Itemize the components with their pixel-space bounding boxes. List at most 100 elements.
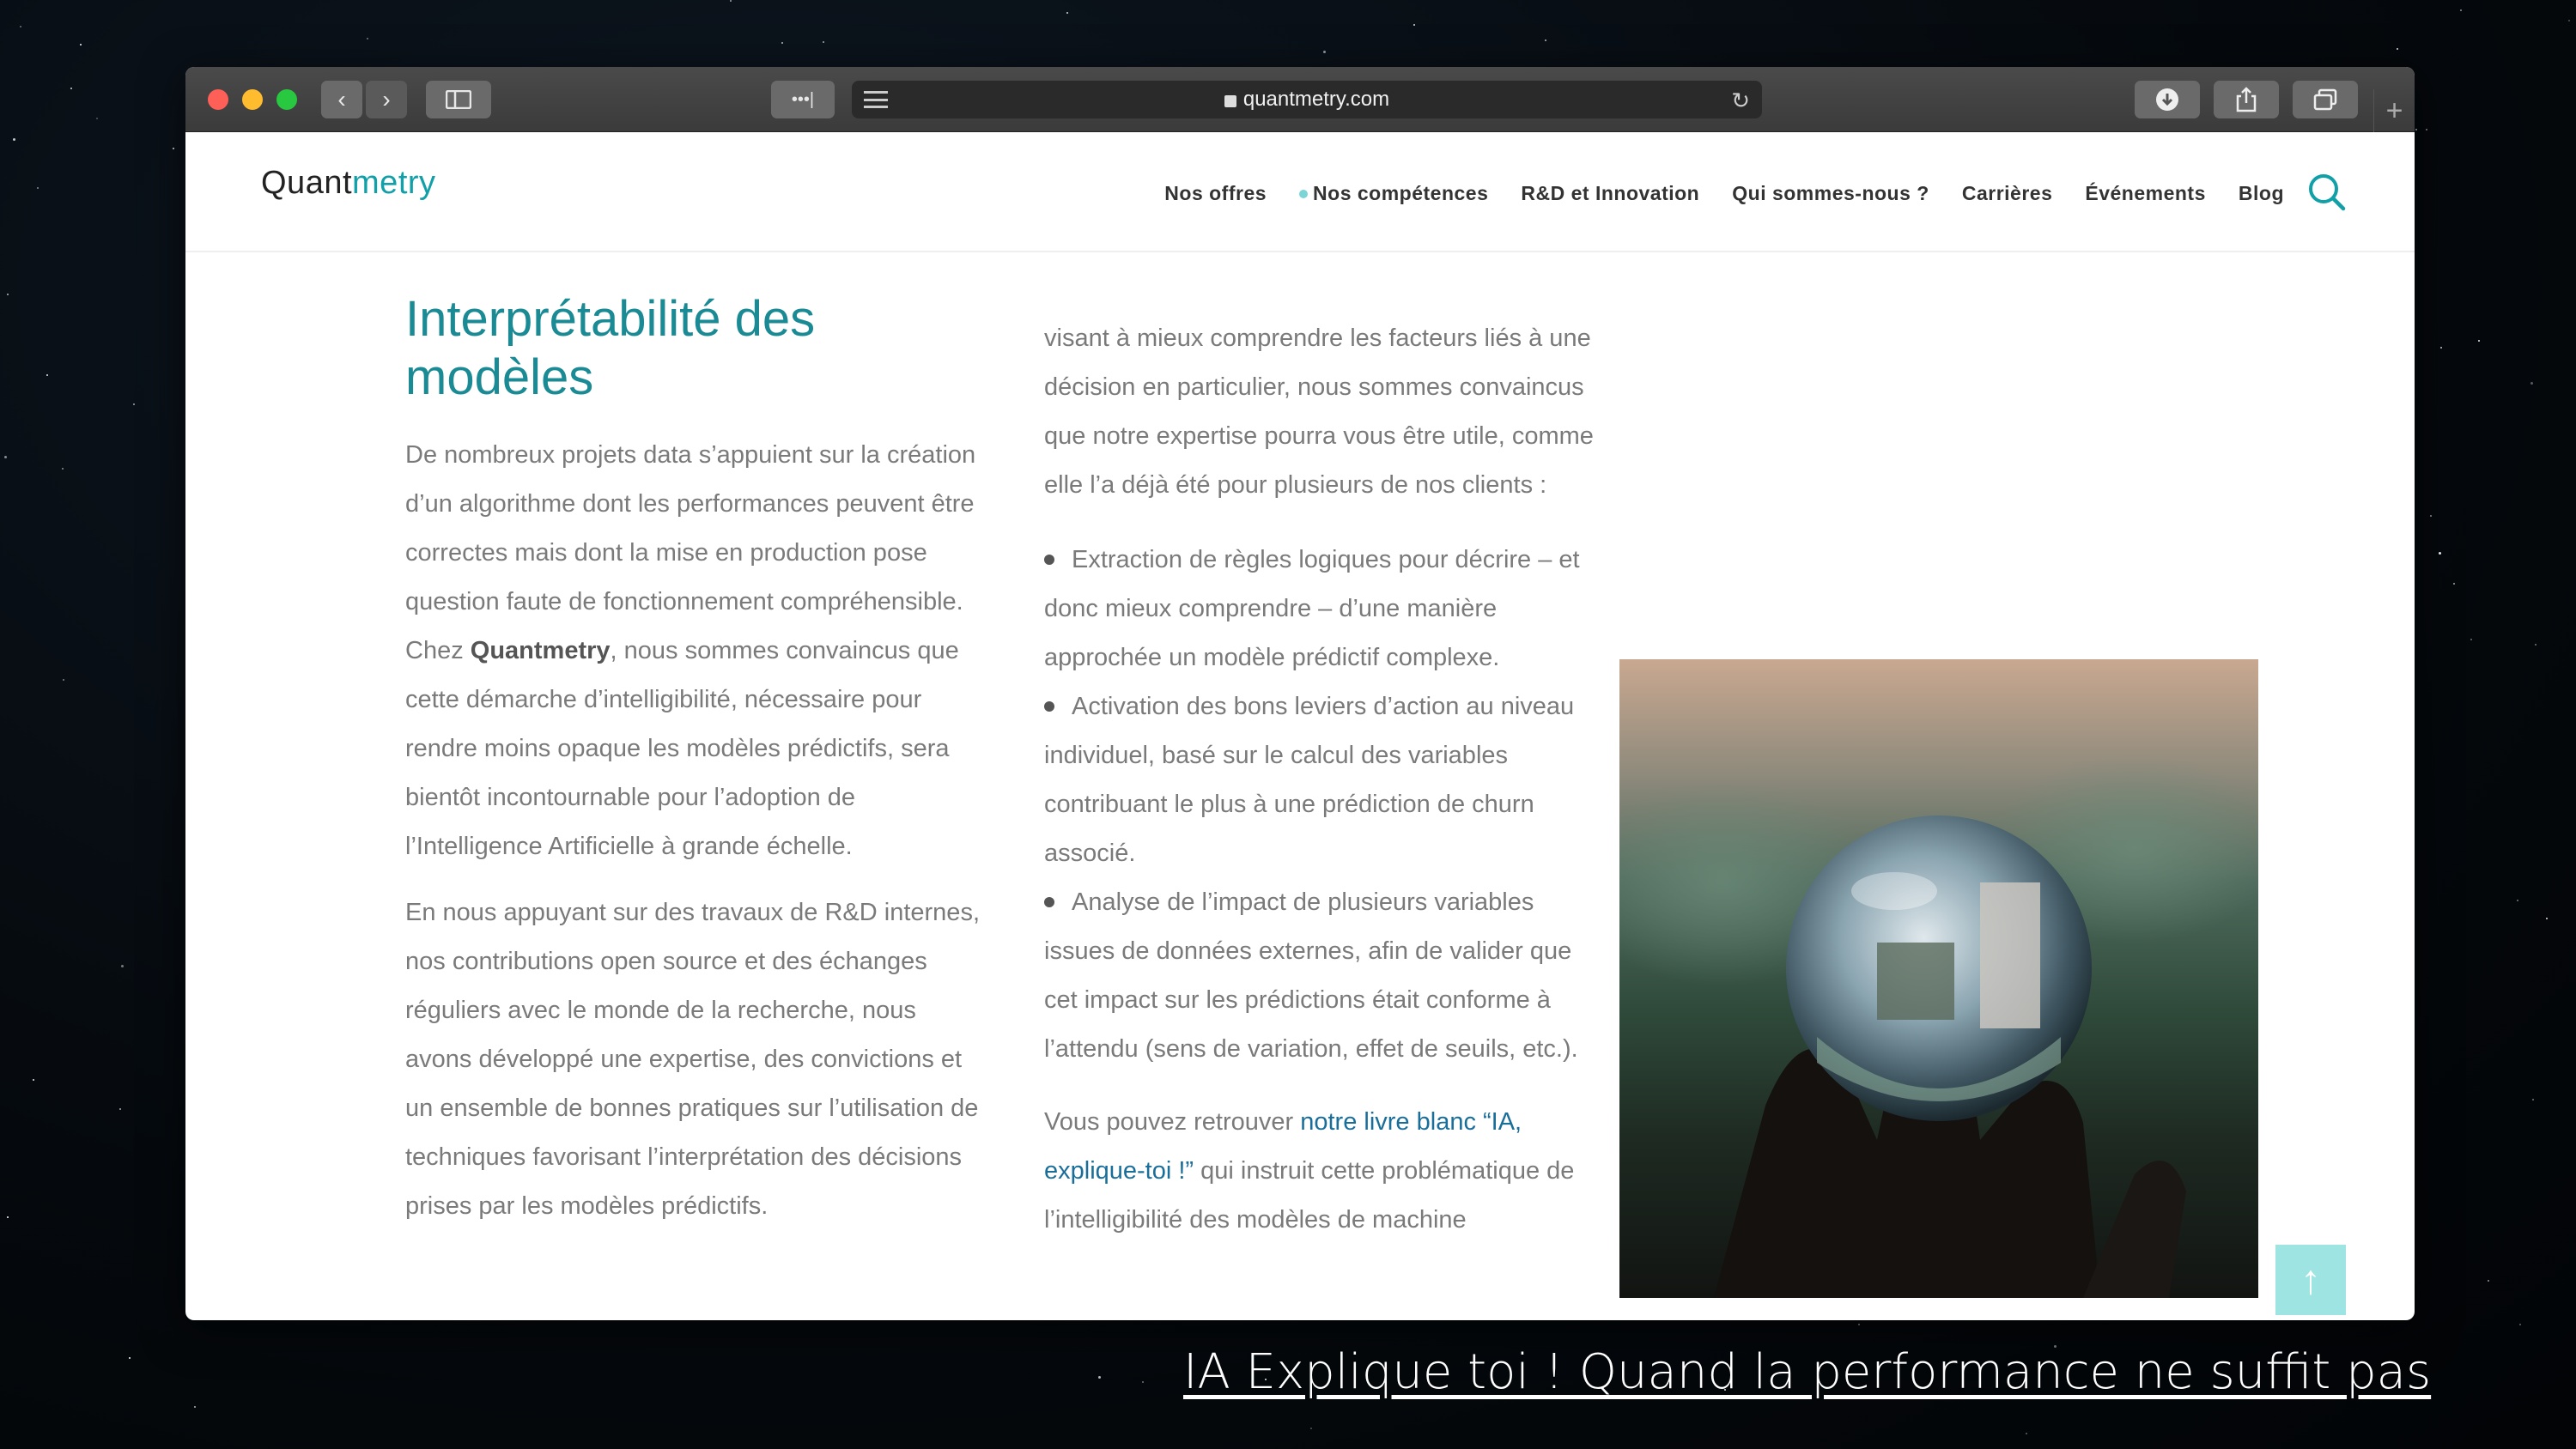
star xyxy=(129,1357,131,1359)
list-item: Extraction de règles logiques pour décri… xyxy=(1044,536,1611,682)
star xyxy=(367,38,368,39)
active-dot xyxy=(1299,190,1309,198)
logo-text-accent: metry xyxy=(352,165,436,201)
article-column-right: visant à mieux comprendre les facteurs l… xyxy=(1044,314,1611,1270)
star xyxy=(2546,918,2548,919)
star xyxy=(1858,1324,1860,1325)
star xyxy=(63,679,64,681)
star xyxy=(2535,644,2537,646)
share-button[interactable] xyxy=(2214,81,2279,118)
star xyxy=(194,1406,196,1408)
star xyxy=(2530,382,2533,385)
star xyxy=(2415,129,2417,130)
list-item: Analyse de l’impact de plusieurs variabl… xyxy=(1044,878,1611,1074)
forward-icon: › xyxy=(382,86,391,112)
list-item-text: Activation des bons leviers d’action au … xyxy=(1044,693,1575,867)
star xyxy=(823,41,824,43)
star xyxy=(7,294,9,295)
minimize-window-button[interactable] xyxy=(242,89,263,110)
address-bar[interactable]: quantmetry.com ↻ xyxy=(852,81,1762,118)
search-icon[interactable] xyxy=(2306,172,2346,211)
arrow-up-icon: ↑ xyxy=(2300,1257,2321,1303)
share-icon xyxy=(2236,87,2257,112)
main-nav: Nos offres Nos compétences R&D et Innova… xyxy=(1164,182,2284,205)
nav-item-carrieres[interactable]: Carrières xyxy=(1962,182,2053,205)
url-text: quantmetry.com xyxy=(1242,88,1390,111)
sidebar-button[interactable] xyxy=(426,81,491,118)
paragraph-white-paper: Vous pouvez retrouver notre livre blanc … xyxy=(1044,1098,1611,1245)
nav-item-competences-label: Nos compétences xyxy=(1313,182,1489,204)
site-header: Quantmetry Nos offres Nos compétences R&… xyxy=(185,132,2415,252)
star xyxy=(1066,12,1068,14)
nav-item-qui[interactable]: Qui sommes-nous ? xyxy=(1732,182,1929,205)
star xyxy=(2532,1099,2534,1100)
logo-text: Quant xyxy=(261,165,353,201)
top-sites-button[interactable]: •••| xyxy=(771,81,835,118)
star xyxy=(62,468,64,470)
nav-item-blog[interactable]: Blog xyxy=(2239,182,2284,205)
downloads-button[interactable] xyxy=(2135,81,2200,118)
close-window-button[interactable] xyxy=(208,89,228,110)
star xyxy=(2439,552,2441,555)
star xyxy=(2517,900,2518,901)
lock-icon xyxy=(1224,95,1236,107)
star xyxy=(1413,24,1415,26)
back-to-top-button[interactable]: ↑ xyxy=(2275,1245,2346,1315)
star xyxy=(80,44,82,45)
star xyxy=(133,403,135,405)
crystal-ball-image xyxy=(1619,754,2258,1298)
star xyxy=(121,965,124,967)
paragraph-intro: De nombreux projets data s’appuient sur … xyxy=(405,431,989,871)
star xyxy=(70,88,72,89)
star xyxy=(46,374,48,376)
nav-item-competences[interactable]: Nos compétences xyxy=(1299,182,1488,205)
article-title: Interprétabilité des modèles xyxy=(405,291,816,405)
star xyxy=(4,456,7,458)
star xyxy=(37,187,39,189)
paragraph-text: , nous sommes convaincus que cette démar… xyxy=(405,637,959,860)
article-content: Interprétabilité des modèles De nombreux… xyxy=(185,252,2415,1320)
forward-button[interactable]: › xyxy=(366,81,407,118)
crystal-ball-photo xyxy=(1619,659,2258,1298)
tab-overview-button[interactable] xyxy=(2293,81,2358,118)
list-item-text: Analyse de l’impact de plusieurs variabl… xyxy=(1044,888,1578,1063)
star xyxy=(2478,340,2480,342)
reload-icon[interactable]: ↻ xyxy=(1731,88,1750,114)
tabs-icon xyxy=(2313,88,2337,111)
star xyxy=(7,1216,9,1218)
article-column-left: De nombreux projets data s’appuient sur … xyxy=(405,431,989,1248)
download-icon xyxy=(2156,88,2178,111)
site-logo[interactable]: Quantmetry xyxy=(261,165,436,202)
star xyxy=(2488,1280,2489,1282)
browser-window: ‹ › •••| quantmetry.com ↻ + Quantmetry N… xyxy=(185,67,2415,1320)
star xyxy=(1545,39,1546,41)
star xyxy=(2453,583,2455,585)
back-button[interactable]: ‹ xyxy=(321,81,362,118)
video-caption: IA Explique toi ! Quand la performance n… xyxy=(1183,1344,2432,1400)
new-tab-button[interactable]: + xyxy=(2373,89,2415,132)
browser-toolbar: ‹ › •••| quantmetry.com ↻ + xyxy=(185,67,2415,132)
list-item: Activation des bons leviers d’action au … xyxy=(1044,682,1611,878)
back-icon: ‹ xyxy=(337,86,346,112)
use-case-list: Extraction de règles logiques pour décri… xyxy=(1044,536,1611,1074)
star xyxy=(2397,48,2398,50)
star xyxy=(1142,1381,1144,1383)
nav-item-rd[interactable]: R&D et Innovation xyxy=(1521,182,1699,205)
nav-item-evenements[interactable]: Événements xyxy=(2085,182,2206,205)
star xyxy=(2470,639,2472,640)
paragraph-text: De nombreux projets data s’appuient sur … xyxy=(405,441,976,664)
star xyxy=(13,138,15,141)
list-item-text: Extraction de règles logiques pour décri… xyxy=(1044,546,1580,671)
nav-item-offres[interactable]: Nos offres xyxy=(1164,182,1267,205)
star xyxy=(2460,9,2462,11)
star xyxy=(173,148,174,149)
star xyxy=(1310,1428,1312,1429)
star xyxy=(2519,1324,2521,1325)
star xyxy=(2426,129,2427,130)
reader-icon[interactable] xyxy=(864,91,888,108)
star xyxy=(20,26,21,27)
zoom-window-button[interactable] xyxy=(276,89,297,110)
star xyxy=(1323,51,1326,53)
star xyxy=(2440,347,2442,349)
star xyxy=(2026,1433,2027,1434)
